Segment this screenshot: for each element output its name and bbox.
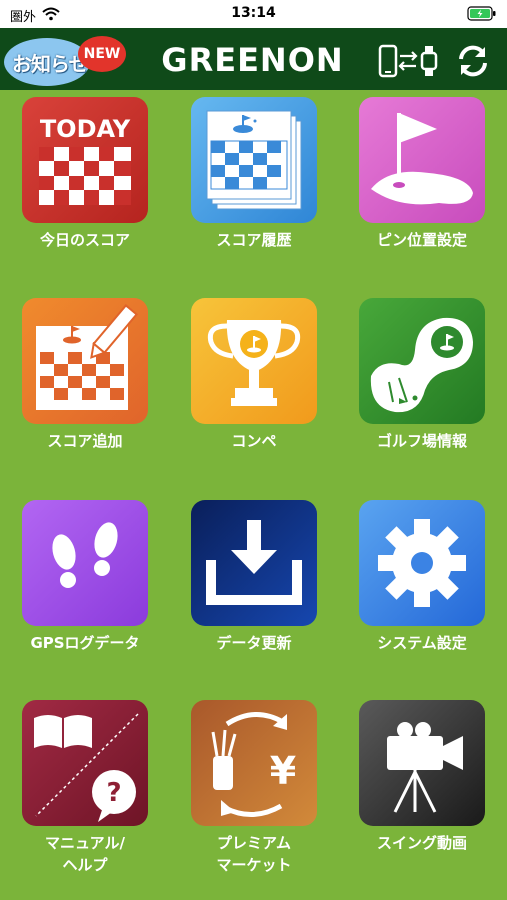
menu-label: システム設定 (377, 634, 467, 652)
menu-gps-log[interactable]: GPSログデータ (21, 500, 149, 654)
menu-label: スコア追加 (47, 432, 123, 450)
refresh-icon[interactable] (455, 44, 491, 82)
download-icon (191, 500, 317, 626)
premium-market-icon: ¥ (191, 700, 317, 826)
footprints-icon (22, 500, 148, 626)
manual-help-icon: ? (22, 700, 148, 826)
svg-text:?: ? (106, 778, 121, 808)
menu-label-line: ヘルプ (62, 856, 108, 874)
yen-symbol: ¥ (270, 749, 296, 793)
phone-watch-sync-icon[interactable] (378, 44, 440, 82)
menu-label: GPSログデータ (30, 634, 140, 652)
menu-label: 今日のスコア (39, 231, 130, 249)
today-text: TODAY (40, 115, 131, 143)
menu-label: ゴルフ場情報 (376, 432, 467, 450)
menu-label: データ更新 (216, 634, 292, 652)
news-label: お知らせ (12, 52, 89, 76)
add-score-icon (22, 298, 148, 424)
menu-label-line: マーケット (216, 856, 292, 874)
trophy-icon (191, 298, 317, 424)
status-bar: 圏外 13:14 (0, 0, 507, 28)
menu-course-info[interactable]: ゴルフ場情報 (358, 298, 486, 452)
menu-system-settings[interactable]: システム設定 (358, 500, 486, 654)
news-button[interactable]: お知らせ NEW (4, 32, 126, 90)
pin-flag-icon (359, 97, 485, 223)
menu-label-line: プレミアム (217, 834, 291, 852)
menu-data-update[interactable]: データ更新 (190, 500, 318, 654)
menu-manual-help[interactable]: ? マニュアル/ ヘルプ (21, 700, 149, 876)
menu-today-score[interactable]: TODAY 今日のスコア (21, 97, 149, 251)
new-badge: NEW (78, 36, 126, 72)
video-camera-icon (359, 700, 485, 826)
status-time: 13:14 (231, 5, 276, 21)
course-map-icon (359, 298, 485, 424)
today-scorecard-icon: TODAY (22, 97, 148, 223)
menu-label: コンペ (231, 432, 277, 450)
menu-premium-market[interactable]: ¥ プレミアム マーケット (190, 700, 318, 876)
menu-label: スイング動画 (376, 834, 467, 852)
menu-label: プレミアム マーケット (190, 832, 318, 876)
menu-label: スコア履歴 (216, 231, 292, 249)
menu-label-line: マニュアル/ (44, 834, 126, 852)
menu-score-history[interactable]: スコア履歴 (190, 97, 318, 251)
menu-competition[interactable]: コンペ (190, 298, 318, 452)
gear-icon (359, 500, 485, 626)
menu-label: マニュアル/ ヘルプ (21, 832, 149, 876)
app-header: お知らせ NEW GREENON (0, 28, 507, 90)
score-history-icon (191, 97, 317, 223)
menu-swing-video[interactable]: スイング動画 (358, 700, 486, 854)
menu-label: ピン位置設定 (376, 231, 467, 249)
battery-icon (467, 6, 497, 25)
app-logo: GREENON (161, 41, 344, 79)
menu-pin-position[interactable]: ピン位置設定 (358, 97, 486, 251)
menu-add-score[interactable]: スコア追加 (21, 298, 149, 452)
